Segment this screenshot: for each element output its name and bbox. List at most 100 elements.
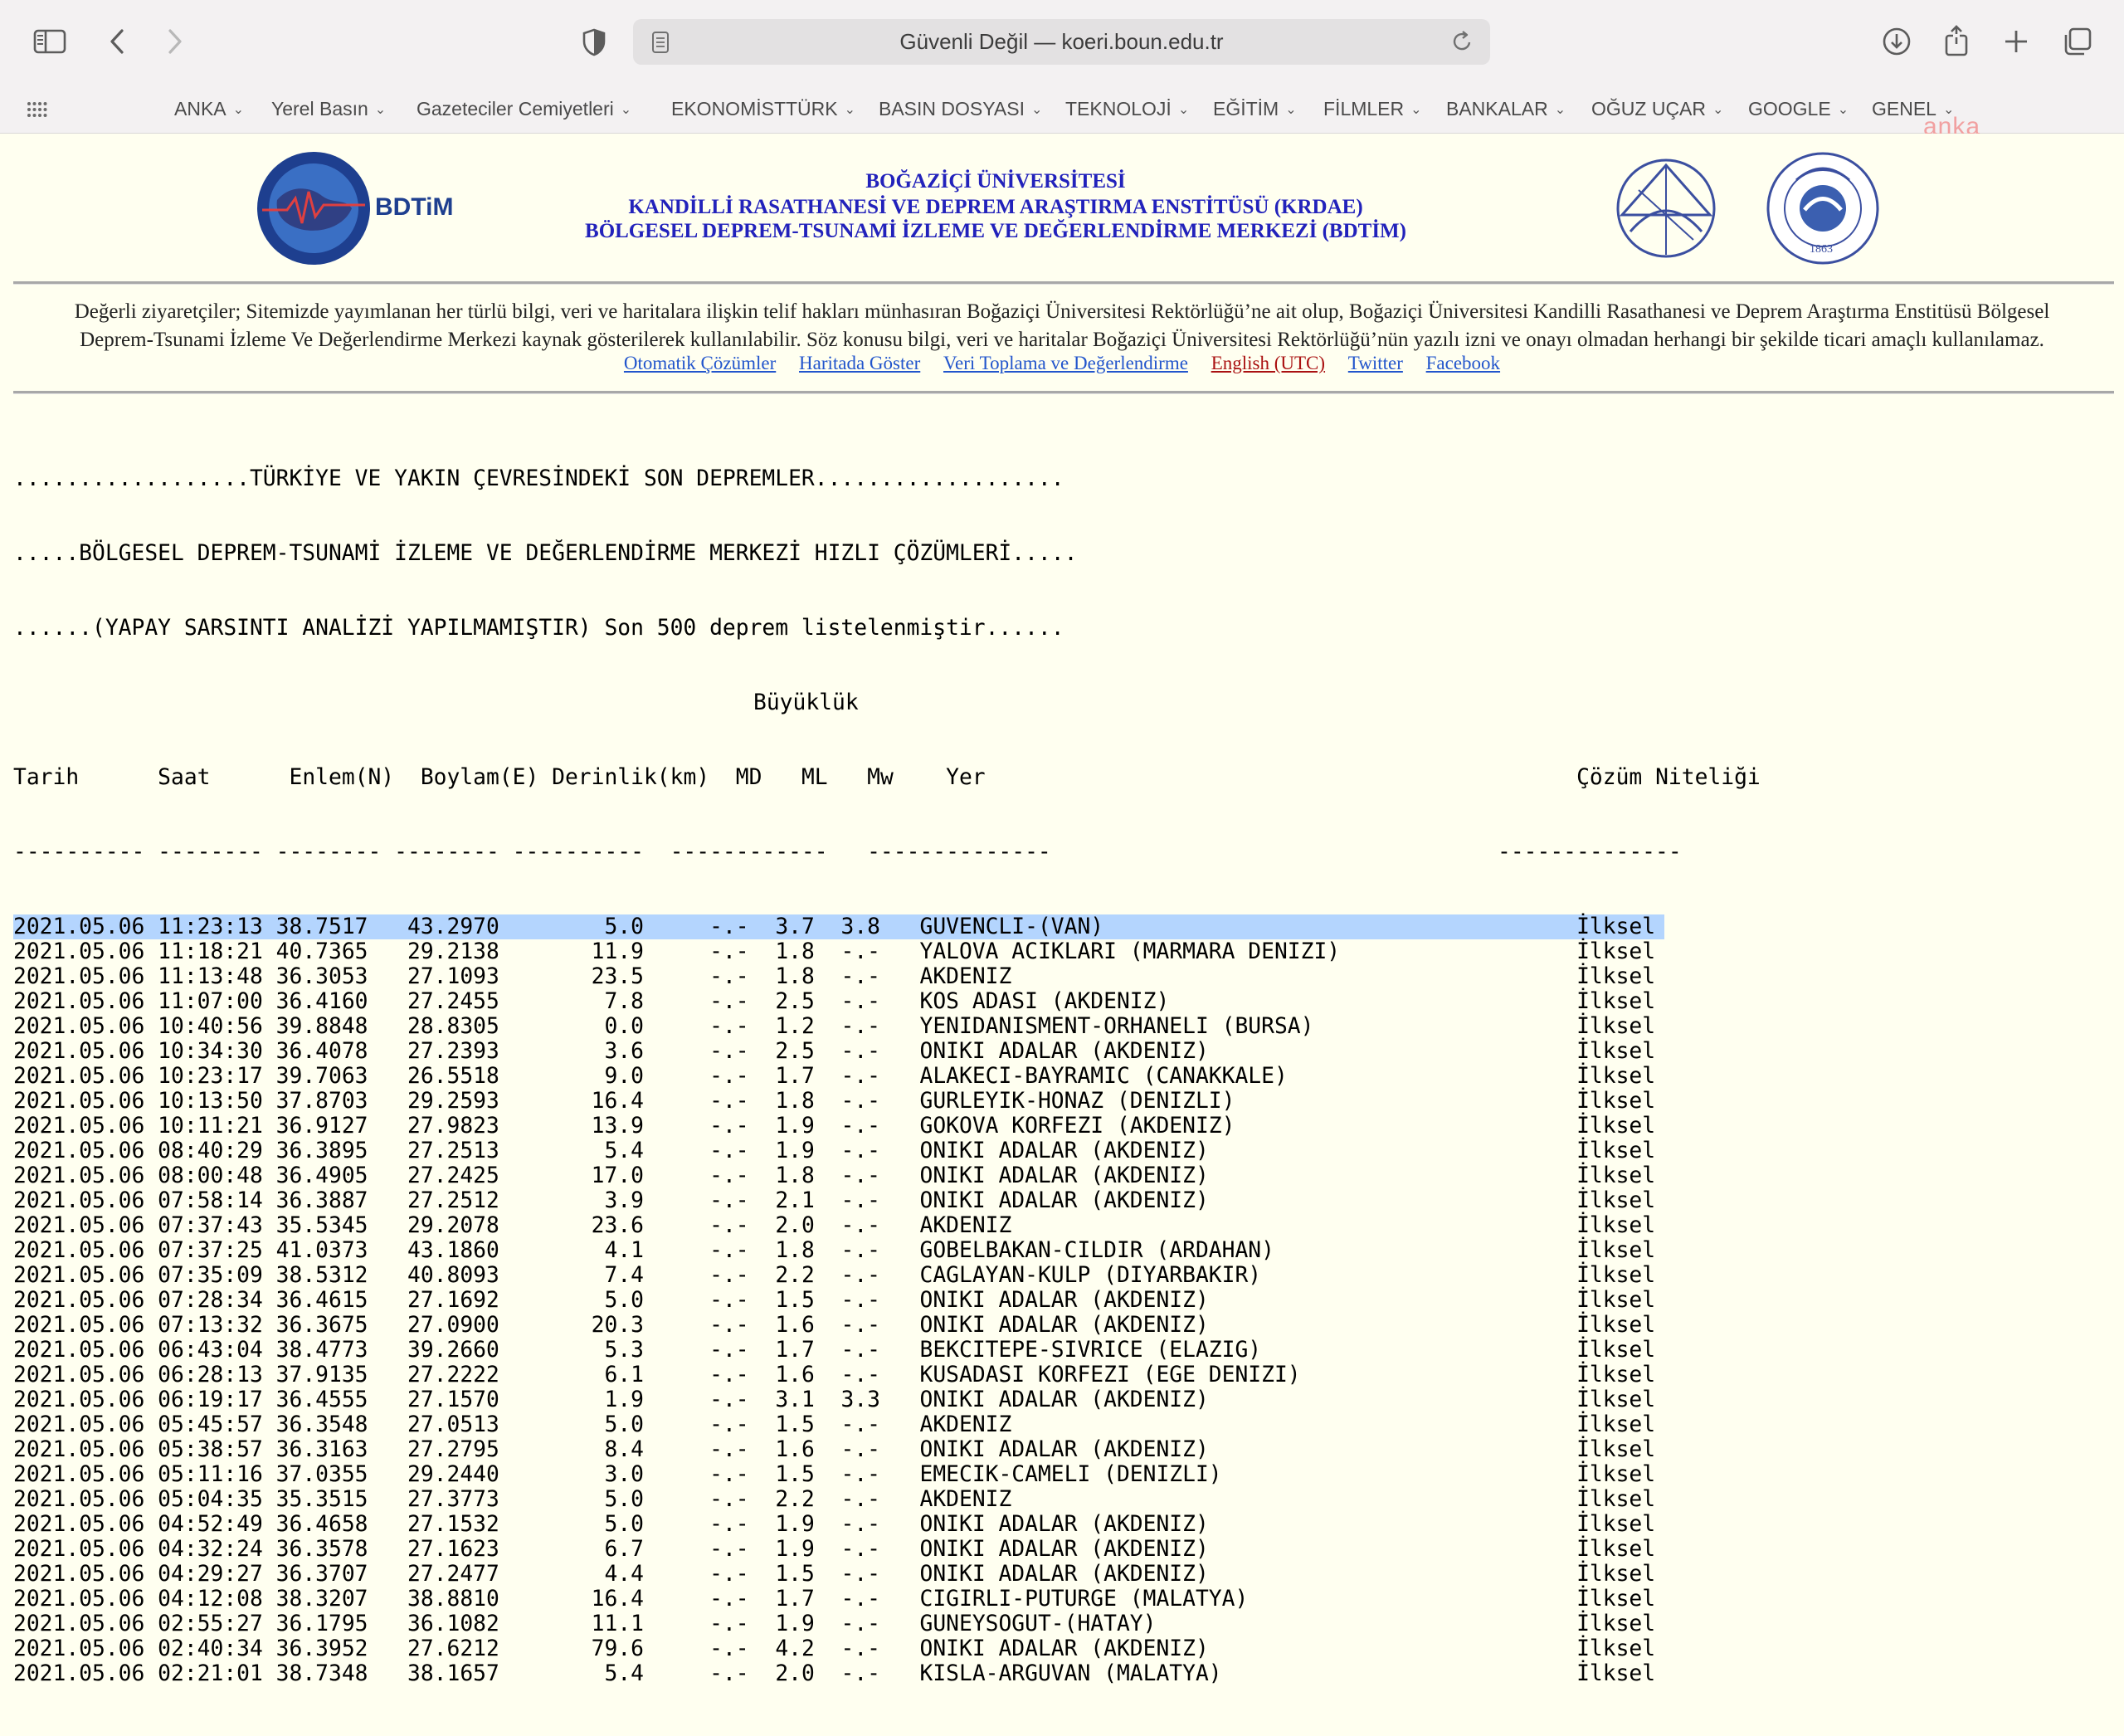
earthquake-row[interactable]: 2021.05.06 04:29:27 36.3707 27.2477 4.4 … <box>13 1562 1761 1587</box>
earthquake-row[interactable]: 2021.05.06 05:11:16 37.0355 29.2440 3.0 … <box>13 1462 1761 1487</box>
cell-ml: 4.2 <box>775 1636 841 1661</box>
earthquake-row[interactable]: 2021.05.06 06:43:04 38.4773 39.2660 5.3 … <box>13 1338 1761 1363</box>
cell-mw: -.- <box>840 1462 920 1487</box>
cell-lon: 29.2078 <box>407 1213 513 1238</box>
apps-grid-icon[interactable] <box>25 98 50 121</box>
cell-mw: -.- <box>840 1064 920 1089</box>
cell-quality: İlksel <box>1576 1612 1656 1636</box>
cell-date: 2021.05.06 <box>13 1014 158 1039</box>
cell-time: 10:34:30 <box>158 1039 276 1064</box>
earthquake-row[interactable]: 2021.05.06 10:40:56 39.8848 28.8305 0.0 … <box>13 1014 1761 1039</box>
bookmark-ekonomistturk[interactable]: EKONOMİSTTÜRK ⌄ <box>671 98 855 120</box>
share-icon[interactable] <box>1941 23 1971 58</box>
bookmark-egitim[interactable]: EĞİTİM ⌄ <box>1213 98 1297 120</box>
cell-place: AKDENIZ <box>919 1412 1577 1437</box>
earthquake-row[interactable]: 2021.05.06 02:55:27 36.1795 36.1082 11.1… <box>13 1612 1761 1636</box>
earthquake-rows: 2021.05.06 11:23:13 38.7517 43.2970 5.0 … <box>13 914 1761 1686</box>
listing-title-2: .....BÖLGESEL DEPREM-TSUNAMİ İZLEME VE D… <box>13 541 1078 566</box>
cell-time: 10:11:21 <box>158 1114 276 1139</box>
earthquake-row[interactable]: 2021.05.06 07:37:43 35.5345 29.2078 23.6… <box>13 1213 1761 1238</box>
col-date: Tarih <box>13 765 158 790</box>
cell-md: -.- <box>709 1139 776 1163</box>
cell-md: -.- <box>709 1487 776 1512</box>
earthquake-row[interactable]: 2021.05.06 11:07:00 36.4160 27.2455 7.8 … <box>13 989 1761 1014</box>
new-tab-icon[interactable] <box>2000 25 2033 58</box>
earthquake-row[interactable]: 2021.05.06 11:23:13 38.7517 43.2970 5.0 … <box>13 914 1664 939</box>
earthquake-row[interactable]: 2021.05.06 08:40:29 36.3895 27.2513 5.4 … <box>13 1139 1761 1163</box>
sidebar-toggle-icon[interactable] <box>32 27 68 56</box>
link-automatic-solutions[interactable]: Otomatik Çözümler <box>624 353 776 373</box>
cell-mw: -.- <box>840 1039 920 1064</box>
cell-lat: 36.4078 <box>275 1039 407 1064</box>
cell-md: -.- <box>709 1661 776 1686</box>
earthquake-row[interactable]: 2021.05.06 08:00:48 36.4905 27.2425 17.0… <box>13 1163 1761 1188</box>
address-bar[interactable]: Güvenli Değil — koeri.boun.edu.tr <box>633 19 1490 65</box>
link-show-on-map[interactable]: Haritada Göster <box>799 353 920 373</box>
earthquake-row[interactable]: 2021.05.06 04:52:49 36.4658 27.1532 5.0 … <box>13 1512 1761 1537</box>
earthquake-row[interactable]: 2021.05.06 10:11:21 36.9127 27.9823 13.9… <box>13 1114 1761 1139</box>
earthquake-row[interactable]: 2021.05.06 10:13:50 37.8703 29.2593 16.4… <box>13 1089 1761 1114</box>
cell-mw: -.- <box>840 1114 920 1139</box>
cell-depth: 5.0 <box>512 1412 710 1437</box>
cell-mw: -.- <box>840 1288 920 1313</box>
earthquake-row[interactable]: 2021.05.06 10:23:17 39.7063 26.5518 9.0 … <box>13 1064 1761 1089</box>
back-icon[interactable] <box>105 27 129 56</box>
earthquake-row[interactable]: 2021.05.06 02:40:34 36.3952 27.6212 79.6… <box>13 1636 1761 1661</box>
earthquake-row[interactable]: 2021.05.06 11:13:48 36.3053 27.1093 23.5… <box>13 964 1761 989</box>
cell-depth: 9.0 <box>512 1064 710 1089</box>
bookmark-oguz-ucar[interactable]: OĞUZ UÇAR ⌄ <box>1591 98 1723 120</box>
cell-depth: 3.0 <box>512 1462 710 1487</box>
forward-icon[interactable] <box>163 27 188 56</box>
earthquake-row[interactable]: 2021.05.06 07:37:25 41.0373 43.1860 4.1 … <box>13 1238 1761 1263</box>
reload-icon[interactable] <box>1452 30 1474 57</box>
bookmark-anka[interactable]: ANKA ⌄ <box>174 98 244 120</box>
earthquake-row[interactable]: 2021.05.06 02:21:01 38.7348 38.1657 5.4 … <box>13 1661 1761 1686</box>
download-icon[interactable] <box>1880 25 1913 58</box>
krdae-logo[interactable] <box>1605 157 1727 260</box>
bookmark-teknoloji[interactable]: TEKNOLOJİ ⌄ <box>1065 98 1189 120</box>
cell-place: ONIKI ADALAR (AKDENIZ) <box>919 1188 1577 1213</box>
bookmark-google[interactable]: GOOGLE ⌄ <box>1748 98 1849 120</box>
earthquake-row[interactable]: 2021.05.06 04:32:24 36.3578 27.1623 6.7 … <box>13 1537 1761 1562</box>
university-seal-logo[interactable]: 1863 <box>1763 150 1883 266</box>
cell-md: -.- <box>709 914 776 939</box>
cell-mw: -.- <box>840 1537 920 1562</box>
earthquake-row[interactable]: 2021.05.06 07:13:32 36.3675 27.0900 20.3… <box>13 1313 1761 1338</box>
earthquake-row[interactable]: 2021.05.06 06:28:13 37.9135 27.2222 6.1 … <box>13 1363 1761 1387</box>
cell-lon: 27.2513 <box>407 1139 513 1163</box>
cell-depth: 0.0 <box>512 1014 710 1039</box>
tab-overview-icon[interactable] <box>2061 25 2094 58</box>
link-english[interactable]: English (UTC) <box>1211 353 1325 373</box>
link-facebook[interactable]: Facebook <box>1426 353 1500 373</box>
earthquake-row[interactable]: 2021.05.06 07:28:34 36.4615 27.1692 5.0 … <box>13 1288 1761 1313</box>
cell-ml: 1.5 <box>775 1288 841 1313</box>
bookmark-bankalar[interactable]: BANKALAR ⌄ <box>1446 98 1566 120</box>
earthquake-row[interactable]: 2021.05.06 06:19:17 36.4555 27.1570 1.9 … <box>13 1387 1761 1412</box>
privacy-shield-icon[interactable] <box>579 27 609 58</box>
cell-depth: 8.4 <box>512 1437 710 1462</box>
earthquake-row[interactable]: 2021.05.06 10:34:30 36.4078 27.2393 3.6 … <box>13 1039 1761 1064</box>
bdtim-logo[interactable]: BDTiM <box>254 150 461 266</box>
cell-ml: 1.5 <box>775 1412 841 1437</box>
bookmark-label: BANKALAR <box>1446 98 1548 119</box>
earthquake-row[interactable]: 2021.05.06 05:38:57 36.3163 27.2795 8.4 … <box>13 1437 1761 1462</box>
bookmark-filmler[interactable]: FİLMLER ⌄ <box>1323 98 1422 120</box>
bookmark-gazeteciler[interactable]: Gazeteciler Cemiyetleri ⌄ <box>417 98 631 120</box>
earthquake-row[interactable]: 2021.05.06 05:45:57 36.3548 27.0513 5.0 … <box>13 1412 1761 1437</box>
earthquake-row[interactable]: 2021.05.06 11:18:21 40.7365 29.2138 11.9… <box>13 939 1761 964</box>
earthquake-row[interactable]: 2021.05.06 07:35:09 38.5312 40.8093 7.4 … <box>13 1263 1761 1288</box>
earthquake-row[interactable]: 2021.05.06 05:04:35 35.3515 27.3773 5.0 … <box>13 1487 1761 1512</box>
earthquake-row[interactable]: 2021.05.06 07:58:14 36.3887 27.2512 3.9 … <box>13 1188 1761 1213</box>
cell-md: -.- <box>709 1636 776 1661</box>
bookmark-yerel-basin[interactable]: Yerel Basın ⌄ <box>271 98 386 120</box>
cell-date: 2021.05.06 <box>13 1163 158 1188</box>
link-data-collection[interactable]: Veri Toplama ve Değerlendirme <box>943 353 1188 373</box>
cell-time: 02:40:34 <box>158 1636 276 1661</box>
cell-lat: 36.3053 <box>275 964 407 989</box>
cell-lon: 40.8093 <box>407 1263 513 1288</box>
link-twitter[interactable]: Twitter <box>1348 353 1403 373</box>
earthquake-row[interactable]: 2021.05.06 04:12:08 38.3207 38.8810 16.4… <box>13 1587 1761 1612</box>
bookmark-basin-dosyasi[interactable]: BASIN DOSYASI ⌄ <box>879 98 1042 120</box>
cell-depth: 7.8 <box>512 989 710 1014</box>
cell-mw: -.- <box>840 1263 920 1288</box>
